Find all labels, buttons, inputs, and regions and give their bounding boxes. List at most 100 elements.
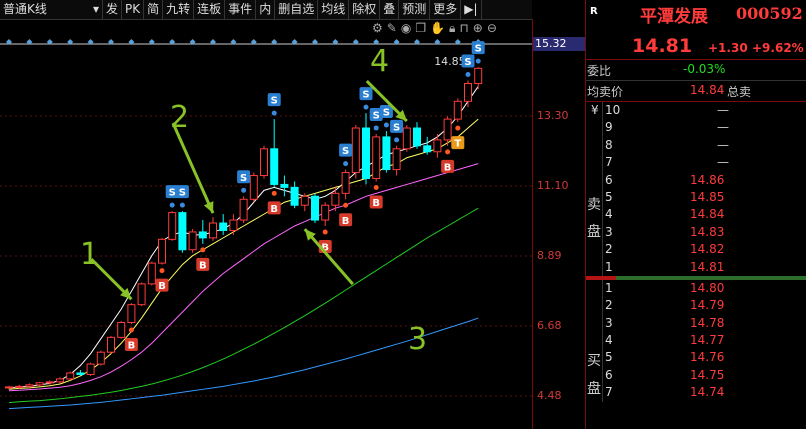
candle-body	[5, 386, 13, 389]
candle-body	[474, 67, 483, 84]
candle-body	[413, 127, 421, 147]
signal-dot	[394, 137, 400, 143]
quote-panel: R 平潭发展 000592 14.81 +1.30 +9.62% 委比 -0.0…	[585, 0, 806, 429]
book-row[interactable]: 8—	[586, 137, 806, 154]
signal-dot	[343, 202, 349, 208]
book-row[interactable]: 4 14.84	[586, 206, 806, 223]
candle-body	[392, 148, 401, 171]
candle-body	[158, 238, 166, 264]
axis-label: 13.30	[537, 109, 569, 122]
minus-icon[interactable]: ⊖	[487, 21, 497, 36]
book-level: 1	[605, 280, 613, 295]
signal-dot	[271, 190, 277, 196]
hand-icon[interactable]: ✋	[430, 21, 445, 36]
book-price: 14.75	[690, 367, 725, 382]
total-sell-label: 总卖	[727, 85, 752, 99]
candle-body	[178, 212, 187, 251]
signal-label: B	[342, 216, 350, 227]
book-row[interactable]: 6 14.75	[586, 367, 806, 384]
book-row[interactable]: 7 14.74	[586, 384, 806, 401]
gear-icon[interactable]: ⚙	[372, 21, 383, 36]
toolbar-item-0[interactable]: 发	[103, 0, 123, 19]
avg-sell-label: 均卖价	[587, 85, 624, 99]
axis-label: 6.68	[537, 319, 562, 332]
candle-body	[117, 322, 126, 338]
book-row[interactable]: 1 14.80	[586, 280, 806, 297]
toolbar-item-6[interactable]: 内	[256, 0, 276, 19]
toolbar-item-8[interactable]: 均线	[318, 0, 350, 19]
book-row[interactable]: 1 14.81	[586, 259, 806, 276]
book-row[interactable]: 3 14.78	[586, 315, 806, 332]
toolbar-item-3[interactable]: 九转	[163, 0, 195, 19]
annotation-arrow	[303, 228, 354, 286]
stock-name[interactable]: 平潭发展	[640, 2, 708, 27]
order-ratio-row: 委比 -0.03%	[586, 60, 806, 81]
candle-body	[66, 372, 75, 380]
book-level: 3	[605, 224, 613, 239]
eye-icon[interactable]: ◉	[401, 21, 411, 36]
toolbar-item-5[interactable]: 事件	[225, 0, 257, 19]
book-volume: —	[717, 120, 729, 135]
signal-dot	[465, 72, 471, 78]
axis-label: 11.10	[537, 179, 569, 192]
book-price: 14.77	[690, 333, 725, 348]
toolbar-item-12[interactable]: 更多	[430, 0, 462, 19]
book-row[interactable]: 5 14.76	[586, 349, 806, 366]
buy-book: 买 盘 1 14.80 2 14.79 3 14.78 4 14.77 5 14.76 6 14.75…	[586, 279, 806, 402]
book-level: 9	[605, 120, 613, 135]
book-price: 14.85	[690, 189, 725, 204]
sell-book: ¥ 10 — 卖 盘 9—8—7—6 14.86 5 14.85 4 14.84 3 14.8…	[586, 102, 806, 276]
axis-label: 4.48	[537, 389, 562, 402]
signal-dot	[343, 161, 349, 167]
toolbar-item-7[interactable]: 删自选	[275, 0, 319, 19]
toolbar-item-1[interactable]: PK	[122, 0, 145, 19]
pen-icon[interactable]: ✎	[387, 21, 397, 36]
book-row[interactable]: 7—	[586, 154, 806, 171]
stock-code[interactable]: 000592	[736, 4, 803, 23]
book-level: 4	[605, 207, 613, 222]
plus-icon[interactable]: ⊕	[473, 21, 483, 36]
toolbar-item-10[interactable]: 叠	[380, 0, 400, 19]
book-level: 8	[605, 137, 613, 152]
last-price: 14.81	[632, 35, 693, 57]
toolbar-items: 发 PK 简九转 连板 事件内删自选 均线 除权叠预测 更多 ▶|	[103, 0, 482, 19]
book-level: 3	[605, 315, 613, 330]
signal-dot	[455, 125, 461, 131]
lock-open-icon[interactable]: ⊓	[459, 21, 468, 36]
book-row[interactable]: 2 14.79	[586, 297, 806, 314]
signal-label: S	[475, 44, 482, 55]
candle-body	[209, 222, 217, 239]
book-row[interactable]: 9—	[586, 119, 806, 136]
toolbar-item-4[interactable]: 连板	[194, 0, 226, 19]
book-row[interactable]: 6 14.86	[586, 172, 806, 189]
toolbar-item-11[interactable]: 预测	[399, 0, 431, 19]
toolbar-item-9[interactable]: 除权	[349, 0, 381, 19]
book-level: 7	[605, 155, 613, 170]
period-select[interactable]: 普通K线 ▾	[0, 0, 103, 19]
toolbar-item-2[interactable]: 简	[144, 0, 164, 19]
candlestick-chart[interactable]: 14.85BBBBBBBBTS SSSSSS SSSS1234	[0, 19, 532, 429]
annotation-label-2: 2	[170, 100, 189, 135]
lock-icon[interactable]: 🔒︎	[449, 21, 455, 36]
toolbar-item-13[interactable]: ▶|	[461, 0, 482, 19]
signal-label: B	[158, 281, 166, 292]
book-row[interactable]: 4 14.77	[586, 332, 806, 349]
avg-sell-row: 均卖价 14.84 总卖	[586, 81, 806, 102]
book-level: 5	[605, 350, 613, 365]
book-row[interactable]: 3 14.83	[586, 224, 806, 241]
candle-body	[137, 283, 146, 306]
book-row[interactable]: 5 14.85	[586, 189, 806, 206]
candle-body	[443, 118, 452, 141]
candle-body	[464, 82, 472, 102]
max-price-label: 14.85	[434, 55, 466, 68]
signal-dot	[241, 187, 247, 193]
book-row[interactable]: 2 14.82	[586, 241, 806, 258]
candle-body	[270, 148, 279, 185]
chart-tools: ⚙ ✎ ◉ ❐ ✋ 🔒︎ ⊓ ⊕ ⊖	[372, 21, 497, 36]
book-price: 14.86	[690, 172, 725, 187]
yen-label: ¥	[591, 103, 599, 117]
period-select-label: 普通K线	[3, 2, 47, 16]
copy-icon[interactable]: ❐	[415, 21, 426, 36]
book-price: 14.74	[690, 385, 725, 400]
book-price: 14.80	[690, 280, 725, 295]
